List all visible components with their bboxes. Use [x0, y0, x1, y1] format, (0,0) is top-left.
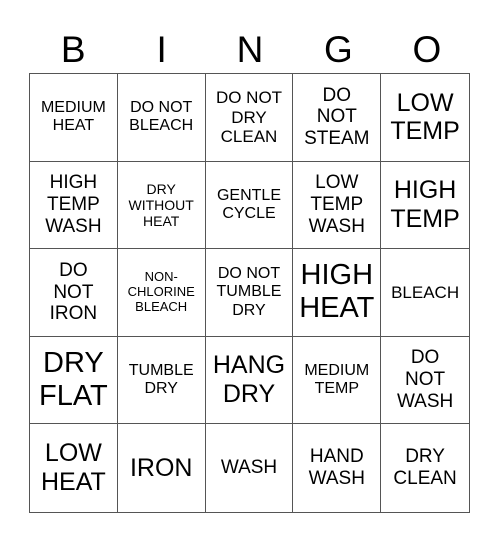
bingo-cell[interactable]: MEDIUM TEMP	[293, 336, 382, 425]
bingo-cell[interactable]: LOW TEMP	[381, 74, 469, 162]
bingo-cell[interactable]: MEDIUM HEAT	[30, 74, 118, 162]
bingo-cell[interactable]: NON- CHLORINE BLEACH	[117, 249, 206, 337]
header-letter-o: O	[412, 29, 442, 70]
bingo-header: B I N G O	[29, 28, 471, 72]
bingo-cell[interactable]: DRY CLEAN	[381, 424, 469, 512]
bingo-cell[interactable]: DO NOT BLEACH	[117, 74, 206, 162]
bingo-cell[interactable]: LOW TEMP WASH	[293, 161, 382, 250]
bingo-cell[interactable]: DO NOT WASH	[381, 337, 469, 425]
bingo-cell[interactable]: DRY WITHOUT HEAT	[117, 161, 206, 250]
bingo-cell[interactable]: HAND WASH	[293, 424, 382, 512]
header-letter-b: B	[60, 29, 86, 70]
bingo-cell[interactable]: DRY FLAT	[30, 336, 118, 425]
bingo-cell[interactable]: DO NOT TUMBLE DRY	[205, 249, 294, 337]
bingo-cell[interactable]: BLEACH	[381, 249, 469, 337]
bingo-cell[interactable]: LOW HEAT	[30, 424, 118, 512]
bingo-cell[interactable]: DO NOT DRY CLEAN	[205, 74, 294, 162]
header-letter-g: G	[324, 29, 353, 70]
bingo-cell[interactable]: HIGH HEAT	[293, 249, 382, 337]
bingo-cell[interactable]: HIGH TEMP	[381, 162, 469, 250]
bingo-cell[interactable]: HANG DRY	[205, 336, 294, 425]
bingo-cell[interactable]: IRON	[118, 424, 206, 512]
bingo-cell[interactable]: WASH	[206, 424, 294, 512]
header-letter-n: N	[236, 29, 264, 70]
bingo-cell[interactable]: TUMBLE DRY	[117, 336, 206, 425]
bingo-cell[interactable]: HIGH TEMP WASH	[30, 161, 118, 250]
header-letter-i: I	[156, 29, 167, 70]
bingo-card-grid: MEDIUM HEAT DO NOT BLEACH DO NOT DRY CLE…	[29, 73, 470, 513]
bingo-cell[interactable]: GENTLE CYCLE	[205, 161, 294, 250]
bingo-cell[interactable]: DO NOT STEAM	[293, 74, 382, 162]
bingo-cell[interactable]: DO NOT IRON	[30, 249, 118, 337]
